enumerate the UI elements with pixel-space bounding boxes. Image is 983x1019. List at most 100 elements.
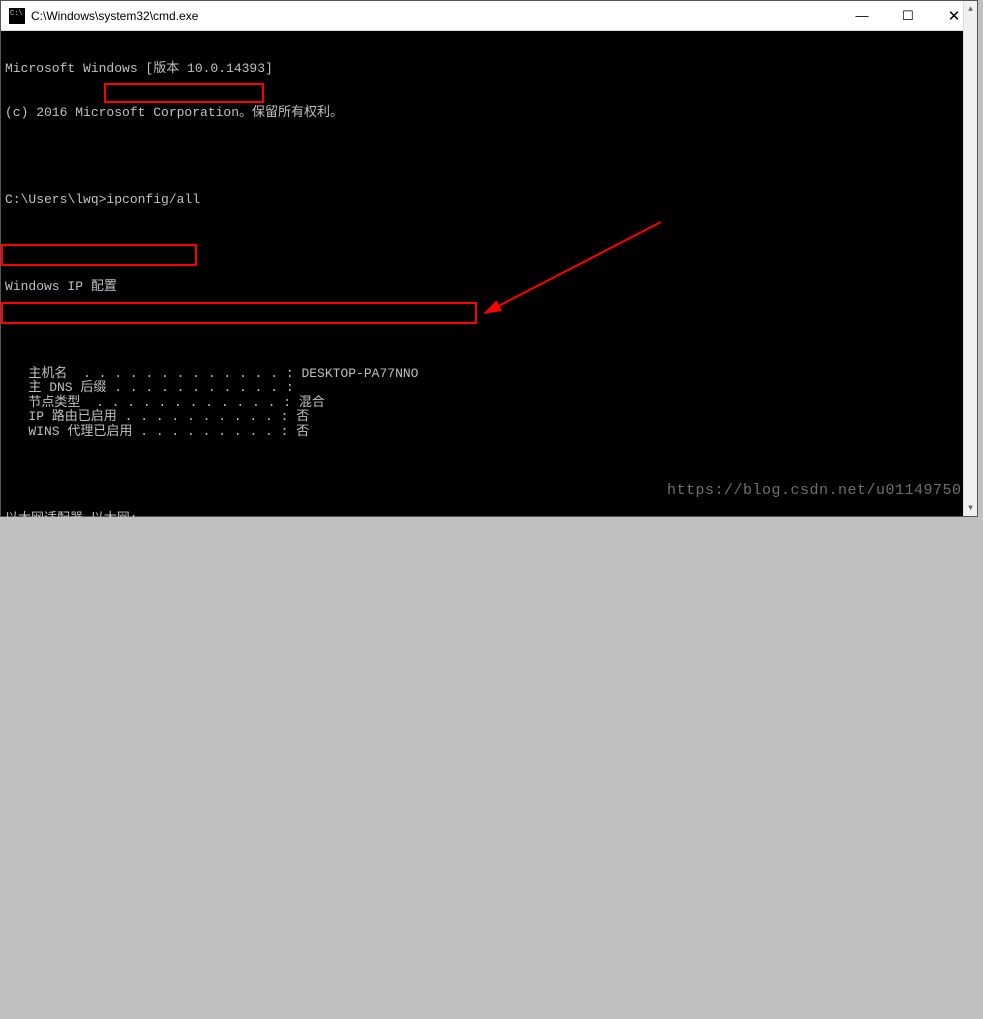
kv-value: 否 bbox=[296, 425, 309, 440]
kv-dots: . . . . . . . . . . . . : bbox=[93, 686, 304, 701]
minimize-button[interactable]: — bbox=[839, 1, 885, 31]
kv-row: 子网掩码 . . . . . . . . . . . . : 255.255.2… bbox=[5, 700, 973, 715]
kv-key: 物理地址 bbox=[5, 628, 80, 643]
kv-value: 255.255.255.0 bbox=[299, 700, 400, 715]
kv-dots: . . . . . . . . . . : bbox=[117, 410, 296, 425]
kv-key: 主 DNS 后缀 bbox=[5, 381, 106, 396]
kv-row: 本地链接 IPv6 地址. . . . . . . . : fe80::e08b… bbox=[5, 671, 973, 686]
kv-dots: . . . . . . . : bbox=[158, 599, 283, 614]
eth-block: 连接特定的 DNS 后缀 . . . . . . . : 描述. . . . .… bbox=[5, 599, 973, 788]
kv-row: DHCPv6 IAID . . . . . . . . . . . : 5742… bbox=[5, 729, 973, 744]
kv-row: 默认网关. . . . . . . . . . . . . : 10.1.83.… bbox=[5, 715, 973, 730]
annotation-box-mac bbox=[1, 302, 477, 324]
kv-value: 是 bbox=[291, 657, 304, 672]
kv-key: WINS 代理已启用 bbox=[5, 425, 132, 440]
terminal-output[interactable]: Microsoft Windows [版本 10.0.14393] (c) 20… bbox=[1, 31, 977, 516]
kv-value: 否 bbox=[296, 410, 309, 425]
kv-dots: . . . . . . . . . . . . . . . : bbox=[54, 613, 304, 628]
prompt-command: ipconfig/all bbox=[106, 192, 200, 207]
kv-row: DHCP 已启用 . . . . . . . . . . . : 否 bbox=[5, 642, 973, 657]
blank-line bbox=[5, 816, 973, 831]
kv-key: 连接特定的 DNS 后缀 bbox=[5, 599, 158, 614]
kv-key: 本地链接 IPv6 地址 bbox=[5, 671, 153, 686]
kv-value: DESKTOP-PA77NNO bbox=[301, 367, 418, 382]
kv-value: 10.1.83.254 bbox=[299, 715, 385, 730]
kv-row: 物理地址. . . . . . . . . . . . . : 00-70-A4… bbox=[5, 628, 973, 643]
kv-dots: . . . . . . . : bbox=[164, 773, 304, 788]
kv-key: DHCP 已启用 bbox=[5, 642, 106, 657]
kv-key: DHCPv6 IAID bbox=[5, 729, 114, 744]
kv-dots: . . . . . . . . . . . : bbox=[106, 642, 301, 657]
kv-key: 默认网关 bbox=[5, 715, 80, 730]
kv-key: 自动配置已启用 bbox=[5, 657, 119, 672]
kv-value: 219.146.1.66 bbox=[301, 758, 395, 773]
kv-value: 57428880 bbox=[309, 729, 371, 744]
kv-row: IP 路由已启用 . . . . . . . . . . : 否 bbox=[5, 410, 973, 425]
kv-row: IPv4 地址 . . . . . . . . . . . . : 10.1.8… bbox=[5, 686, 973, 701]
kv-value: 00-70-A4-01-2D-59 bbox=[299, 628, 432, 643]
kv-dots: . . . . . . . . . . . . . : bbox=[80, 628, 298, 643]
window-title: C:\Windows\system32\cmd.exe bbox=[31, 9, 839, 23]
kv-key: 主机名 bbox=[5, 367, 67, 382]
kv-dots: . . . . . . . . . . . : bbox=[99, 758, 302, 773]
kv-dots: . . . . . . . . . . . . . : bbox=[80, 715, 298, 730]
blank-line bbox=[5, 468, 973, 483]
kv-row: TCPIP 上的 NetBIOS . . . . . . . : 已启用 bbox=[5, 773, 973, 788]
kv-key: TCPIP 上的 NetBIOS bbox=[5, 773, 164, 788]
section-winip: Windows IP 配置 bbox=[5, 280, 973, 295]
blank-line bbox=[5, 236, 973, 251]
kv-row: 连接特定的 DNS 后缀 . . . . . . . : bbox=[5, 599, 973, 614]
kv-key: IPv4 地址 bbox=[5, 686, 93, 701]
annotation-arrow bbox=[1, 31, 977, 516]
titlebar[interactable]: C:\Windows\system32\cmd.exe — ☐ ✕ bbox=[1, 1, 977, 31]
kv-dots: . . . . . . . . . . . . : bbox=[80, 396, 298, 411]
header-line-1: Microsoft Windows [版本 10.0.14393] bbox=[5, 62, 973, 77]
maximize-button[interactable]: ☐ bbox=[885, 1, 931, 31]
watermark: https://blog.csdn.net/u011497507 bbox=[667, 484, 971, 499]
kv-row: DHCPv6 客户端 DUID . . . . . . . : 00-01-00… bbox=[5, 744, 973, 759]
window-controls: — ☐ ✕ bbox=[839, 1, 977, 31]
cmd-icon bbox=[9, 8, 25, 24]
vertical-scrollbar[interactable]: ▲ ▼ bbox=[963, 1, 977, 516]
kv-value: Realtek PCIe GBE Family Controller bbox=[304, 613, 569, 628]
scroll-up-icon[interactable]: ▲ bbox=[964, 1, 977, 17]
kv-dots: . . . . . . . . . . . : bbox=[114, 729, 309, 744]
kv-row: 主 DNS 后缀 . . . . . . . . . . . : bbox=[5, 381, 973, 396]
blank-line bbox=[5, 555, 973, 570]
kv-value: 00-01-00-01-22-50-F9-F1-00-70-A4-01-2D-5… bbox=[301, 744, 621, 759]
kv-dots: . . . . . . . . . . . . . : bbox=[67, 367, 301, 382]
blank-line bbox=[5, 149, 973, 164]
kv-value: 10.1.83.91(首选) bbox=[304, 686, 424, 701]
scroll-down-icon[interactable]: ▼ bbox=[964, 500, 977, 516]
section-eth-local: 以太网适配器 本地连接* 10: bbox=[5, 860, 973, 875]
kv-key: DNS 服务器 bbox=[5, 758, 99, 773]
kv-key: IP 路由已启用 bbox=[5, 410, 117, 425]
kv-dots: . . . . . . . : bbox=[161, 744, 301, 759]
kv-key: 子网掩码 bbox=[5, 700, 80, 715]
prompt-prefix: C:\Users\lwq> bbox=[5, 192, 106, 207]
kv-row: 自动配置已启用. . . . . . . . . . : 是 bbox=[5, 657, 973, 672]
kv-dots: . . . . . . . . . . . : bbox=[106, 381, 293, 396]
kv-dots: . . . . . . . . . : bbox=[132, 425, 296, 440]
kv-row: 节点类型 . . . . . . . . . . . . : 混合 bbox=[5, 396, 973, 411]
kv-value: 混合 bbox=[299, 396, 325, 411]
kv-dots: . . . . . . . . : bbox=[153, 671, 293, 686]
kv-value: fe80::e08b:44dc:2e97:a375%13(首选) bbox=[294, 671, 554, 686]
header-line-2: (c) 2016 Microsoft Corporation。保留所有权利。 bbox=[5, 106, 973, 121]
kv-row: 描述. . . . . . . . . . . . . . . : Realte… bbox=[5, 613, 973, 628]
kv-key: DHCPv6 客户端 DUID bbox=[5, 744, 161, 759]
annotation-box-command bbox=[104, 83, 264, 103]
section-eth: 以太网适配器 以太网: bbox=[5, 512, 973, 527]
kv-value: 已启用 bbox=[304, 773, 343, 788]
kv-row: DNS 服务器 . . . . . . . . . . . : 219.146.… bbox=[5, 758, 973, 773]
blank-line bbox=[5, 323, 973, 338]
kv-dots: . . . . . . . . . . . . : bbox=[80, 700, 298, 715]
kv-key: 节点类型 bbox=[5, 396, 80, 411]
winip-block: 主机名 . . . . . . . . . . . . . : DESKTOP-… bbox=[5, 367, 973, 440]
kv-row: 主机名 . . . . . . . . . . . . . : DESKTOP-… bbox=[5, 367, 973, 382]
kv-value: 否 bbox=[301, 642, 314, 657]
kv-dots: . . . . . . . . . . : bbox=[119, 657, 291, 672]
kv-key: 描述 bbox=[5, 613, 54, 628]
kv-row: WINS 代理已启用 . . . . . . . . . : 否 bbox=[5, 425, 973, 440]
prompt-line: C:\Users\lwq>ipconfig/all bbox=[5, 193, 973, 208]
